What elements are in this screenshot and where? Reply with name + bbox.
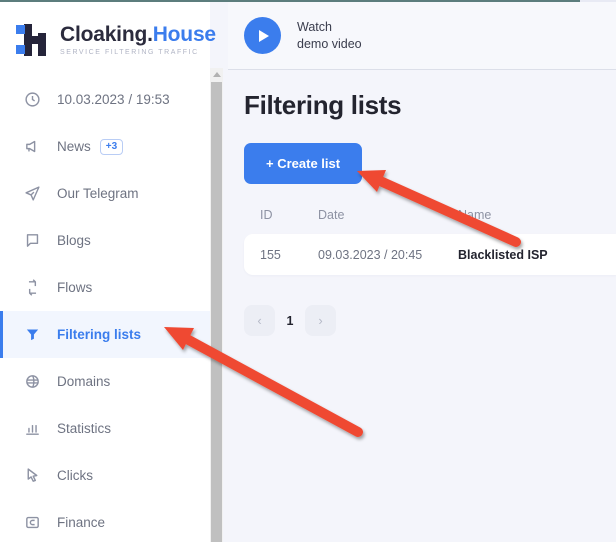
sidebar-item-timestamp[interactable]: 10.03.2023 / 19:53 — [0, 76, 210, 123]
pagination-current-page[interactable]: 1 — [275, 314, 305, 328]
column-header-id: ID — [260, 208, 273, 222]
sidebar-item-blogs[interactable]: Blogs — [0, 217, 210, 264]
sidebar: Cloaking.House SERVICE FILTERING TRAFFIC… — [0, 2, 216, 542]
sidebar-item-label: Clicks — [57, 468, 93, 483]
sidebar-item-label: Statistics — [57, 421, 112, 436]
table-row[interactable]: 155 09.03.2023 / 20:45 Blacklisted ISP — [244, 234, 616, 275]
sidebar-item-label: Filtering lists — [57, 327, 142, 342]
column-header-date: Date — [318, 208, 345, 222]
funnel-icon — [22, 325, 42, 345]
megaphone-icon — [22, 137, 42, 157]
sidebar-item-label: Finance — [57, 515, 106, 530]
cell-id: 155 — [260, 247, 281, 262]
watch-demo-play-button[interactable] — [244, 17, 281, 54]
sidebar-nav: 10.03.2023 / 19:53 News +3 Our Telegram — [0, 76, 210, 542]
sidebar-item-label: 10.03.2023 / 19:53 — [57, 92, 170, 107]
app-window: Cloaking.House SERVICE FILTERING TRAFFIC… — [0, 0, 616, 542]
cursor-icon — [22, 466, 42, 486]
create-list-button[interactable]: + Create list — [244, 143, 363, 184]
content-area: Filtering lists + Create list ID Date Na… — [228, 70, 616, 336]
chevron-left-icon: ‹ — [257, 313, 262, 328]
swap-arrows-icon — [22, 278, 42, 298]
sidebar-item-domains[interactable]: Domains — [0, 358, 210, 405]
watch-demo-label[interactable]: Watch demo video — [297, 19, 362, 53]
brand-tagline: SERVICE FILTERING TRAFFIC — [60, 49, 199, 57]
sidebar-item-filtering-lists[interactable]: Filtering lists — [0, 311, 210, 358]
sidebar-item-statistics[interactable]: Statistics — [0, 405, 210, 452]
sidebar-item-label: Our Telegram — [57, 186, 139, 201]
card-icon — [22, 513, 42, 533]
paper-plane-icon — [22, 184, 42, 204]
sidebar-item-our-telegram[interactable]: Our Telegram — [0, 170, 210, 217]
sidebar-item-news[interactable]: News +3 — [0, 123, 210, 170]
table-header-row: ID Date Name — [244, 208, 616, 222]
filtering-lists-table: ID Date Name 155 09.03.2023 / 20:45 Blac… — [244, 208, 616, 275]
chevron-right-icon: › — [318, 313, 323, 328]
page-title: Filtering lists — [244, 90, 402, 120]
brand-title-accent: House — [152, 22, 216, 46]
news-count-badge: +3 — [99, 138, 124, 155]
speech-bubble-icon — [22, 231, 42, 251]
clock-icon — [22, 90, 42, 110]
top-edge-rule-right — [580, 0, 616, 2]
scrollbar-thumb[interactable] — [211, 82, 222, 542]
pagination-prev-button[interactable]: ‹ — [244, 305, 275, 336]
play-icon — [259, 29, 269, 42]
sidebar-item-label: Domains — [57, 374, 111, 389]
sidebar-item-label: Flows — [57, 280, 93, 295]
sidebar-item-flows[interactable]: Flows — [0, 264, 210, 311]
top-edge-rule — [0, 0, 580, 2]
watch-demo-line-1: Watch — [297, 19, 332, 34]
pagination: ‹ 1 › — [244, 305, 616, 336]
main-area: Watch demo video Filtering lists + Creat… — [228, 2, 616, 542]
brand-title: Cloaking.House — [60, 22, 216, 46]
brand-logo[interactable]: Cloaking.House SERVICE FILTERING TRAFFIC — [0, 2, 216, 62]
brand-title-main: Cloaking. — [60, 22, 153, 46]
sidebar-item-clicks[interactable]: Clicks — [0, 452, 210, 499]
watch-demo-line-2: demo video — [297, 36, 362, 51]
bar-chart-icon — [22, 419, 42, 439]
column-header-name: Name — [458, 208, 492, 222]
top-bar: Watch demo video — [228, 2, 616, 70]
pagination-next-button[interactable]: › — [305, 305, 336, 336]
sidebar-item-finance[interactable]: Finance — [0, 499, 210, 542]
scroll-up-arrow-icon[interactable] — [210, 68, 223, 81]
cell-name: Blacklisted ISP — [458, 247, 548, 262]
globe-icon — [22, 372, 42, 392]
cloaking-house-logo-icon — [16, 24, 50, 56]
sidebar-item-label: News — [57, 139, 91, 154]
sidebar-scrollbar[interactable] — [210, 68, 223, 542]
sidebar-item-label: Blogs — [57, 233, 91, 248]
cell-date: 09.03.2023 / 20:45 — [318, 247, 423, 262]
